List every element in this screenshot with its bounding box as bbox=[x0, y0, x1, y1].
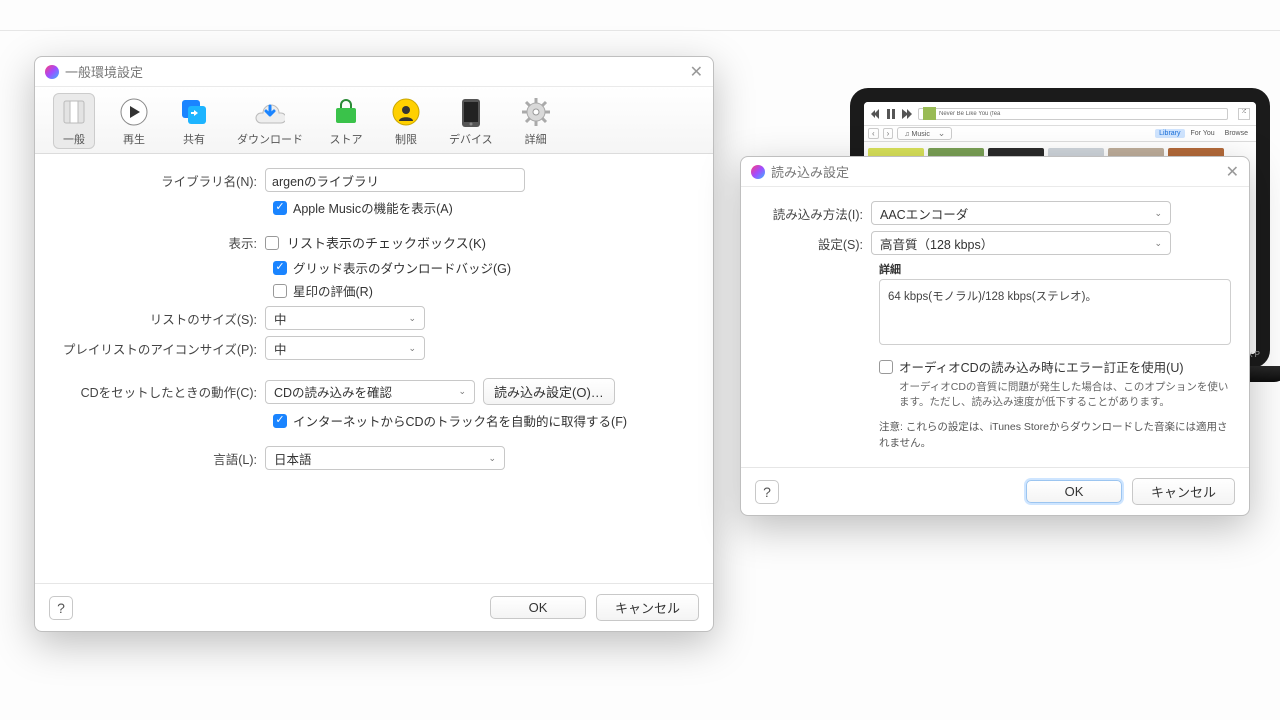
grid-badge-label: グリッド表示のダウンロードバッジ(G) bbox=[293, 258, 511, 277]
itunes-icon bbox=[751, 165, 765, 179]
prev-icon[interactable] bbox=[870, 109, 880, 119]
devices-icon bbox=[454, 95, 488, 129]
next-icon[interactable] bbox=[902, 109, 912, 119]
note-text: 注意: これらの設定は、iTunes Storeからダウンロードした音楽には適用… bbox=[879, 420, 1231, 450]
library-toolbar: ‹ › ♫ Music ⌄ Library For You Browse bbox=[864, 126, 1256, 142]
album-thumb bbox=[923, 107, 936, 120]
gear-icon bbox=[519, 95, 553, 129]
store-icon bbox=[329, 95, 363, 129]
general-icon bbox=[57, 95, 91, 129]
import-setting-select[interactable]: 高音質（128 kbps）⌄ bbox=[871, 231, 1171, 255]
star-rating-checkbox[interactable] bbox=[273, 284, 287, 298]
star-rating-label: 星印の評価(R) bbox=[293, 281, 373, 300]
restrictions-icon bbox=[389, 95, 423, 129]
nav-back-icon[interactable]: ‹ bbox=[868, 128, 879, 139]
cd-action-select[interactable]: CDの読み込みを確認⌄ bbox=[265, 380, 475, 404]
tab-library[interactable]: Library bbox=[1155, 129, 1184, 138]
shuffle-icon[interactable]: ⤮ bbox=[1238, 108, 1250, 120]
now-playing: Never Be Like You (fea bbox=[918, 108, 1228, 120]
download-icon bbox=[253, 95, 287, 129]
tab-foryou[interactable]: For You bbox=[1187, 129, 1219, 138]
window-title: 一般環境設定 bbox=[65, 62, 143, 81]
track-title: Never Be Like You (fea bbox=[936, 111, 1003, 117]
grid-badge-checkbox[interactable] bbox=[273, 261, 287, 275]
player-bar: Never Be Like You (fea ⤮ bbox=[864, 102, 1256, 126]
language-label: 言語(L): bbox=[55, 449, 265, 468]
tab-restrictions[interactable]: 制限 bbox=[385, 93, 427, 149]
cancel-button[interactable]: キャンセル bbox=[1132, 478, 1235, 505]
cd-tracknames-label: インターネットからCDのトラック名を自動的に取得する(F) bbox=[293, 411, 627, 430]
tab-store[interactable]: ストア bbox=[325, 93, 367, 149]
tab-label: ダウンロード bbox=[237, 131, 303, 147]
apple-music-label: Apple Musicの機能を表示(A) bbox=[293, 198, 453, 217]
library-name-label: ライブラリ名(N): bbox=[55, 171, 265, 190]
error-correction-label: オーディオCDの読み込み時にエラー訂正を使用(U) bbox=[899, 357, 1184, 376]
import-method-select[interactable]: AACエンコーダ⌄ bbox=[871, 201, 1171, 225]
window-title: 読み込み設定 bbox=[771, 162, 849, 181]
cd-action-label: CDをセットしたときの動作(C): bbox=[55, 382, 265, 401]
dialog-footer: ? OK キャンセル bbox=[741, 467, 1249, 515]
general-preferences-window: 一般環境設定 ✕ 一般 再生 共有 ダウンロード bbox=[34, 56, 714, 632]
titlebar: 読み込み設定 ✕ bbox=[741, 157, 1249, 187]
apple-music-checkbox[interactable] bbox=[273, 201, 287, 215]
tab-label: デバイス bbox=[449, 131, 493, 147]
import-setting-label: 設定(S): bbox=[759, 234, 871, 253]
help-button[interactable]: ? bbox=[49, 596, 73, 620]
source-select[interactable]: ♫ Music ⌄ bbox=[897, 127, 952, 140]
tab-label: 制限 bbox=[395, 131, 417, 147]
language-select[interactable]: 日本語⌄ bbox=[265, 446, 505, 470]
error-correction-checkbox[interactable] bbox=[879, 360, 893, 374]
dialog-footer: ? OK キャンセル bbox=[35, 583, 713, 631]
error-correction-hint: オーディオCDの音質に問題が発生した場合は、このオプションを使います。ただし、読… bbox=[899, 380, 1231, 410]
pause-icon[interactable] bbox=[886, 109, 896, 119]
import-settings-button[interactable]: 読み込み設定(O)… bbox=[483, 378, 615, 405]
import-settings-window: 読み込み設定 ✕ 読み込み方法(I): AACエンコーダ⌄ 設定(S): 高音質… bbox=[740, 156, 1250, 516]
tab-playback[interactable]: 再生 bbox=[113, 93, 155, 149]
cancel-button[interactable]: キャンセル bbox=[596, 594, 699, 621]
nav-fwd-icon[interactable]: › bbox=[883, 128, 894, 139]
tab-label: 再生 bbox=[123, 131, 145, 147]
ok-button[interactable]: OK bbox=[1026, 480, 1122, 503]
close-icon[interactable]: ✕ bbox=[690, 62, 703, 82]
close-icon[interactable]: ✕ bbox=[1226, 162, 1239, 182]
tab-devices[interactable]: デバイス bbox=[445, 93, 497, 149]
tab-label: 共有 bbox=[183, 131, 205, 147]
list-size-select[interactable]: 中⌄ bbox=[265, 306, 425, 330]
import-method-label: 読み込み方法(I): bbox=[759, 204, 871, 223]
playlist-icon-label: プレイリストのアイコンサイズ(P): bbox=[55, 339, 265, 358]
prefs-toolbar: 一般 再生 共有 ダウンロード ストア bbox=[35, 87, 713, 154]
help-button[interactable]: ? bbox=[755, 480, 779, 504]
tab-label: ストア bbox=[330, 131, 363, 147]
tab-browse[interactable]: Browse bbox=[1221, 129, 1252, 138]
list-checkbox-label: リスト表示のチェックボックス(K) bbox=[287, 233, 486, 252]
library-name-input[interactable] bbox=[265, 168, 525, 192]
details-label: 詳細 bbox=[879, 261, 1231, 277]
tab-advanced[interactable]: 詳細 bbox=[515, 93, 557, 149]
sharing-icon bbox=[177, 95, 211, 129]
tab-sharing[interactable]: 共有 bbox=[173, 93, 215, 149]
tab-label: 一般 bbox=[63, 131, 85, 147]
playlist-icon-select[interactable]: 中⌄ bbox=[265, 336, 425, 360]
display-label: 表示: bbox=[55, 233, 265, 252]
cd-tracknames-checkbox[interactable] bbox=[273, 414, 287, 428]
list-checkbox[interactable] bbox=[265, 236, 279, 250]
tab-label: 詳細 bbox=[525, 131, 547, 147]
titlebar: 一般環境設定 ✕ bbox=[35, 57, 713, 87]
list-size-label: リストのサイズ(S): bbox=[55, 309, 265, 328]
tab-general[interactable]: 一般 bbox=[53, 93, 95, 149]
tab-download[interactable]: ダウンロード bbox=[233, 93, 307, 149]
play-icon bbox=[117, 95, 151, 129]
details-box: 64 kbps(モノラル)/128 kbps(ステレオ)。 bbox=[879, 279, 1231, 345]
itunes-icon bbox=[45, 65, 59, 79]
ok-button[interactable]: OK bbox=[490, 596, 586, 619]
